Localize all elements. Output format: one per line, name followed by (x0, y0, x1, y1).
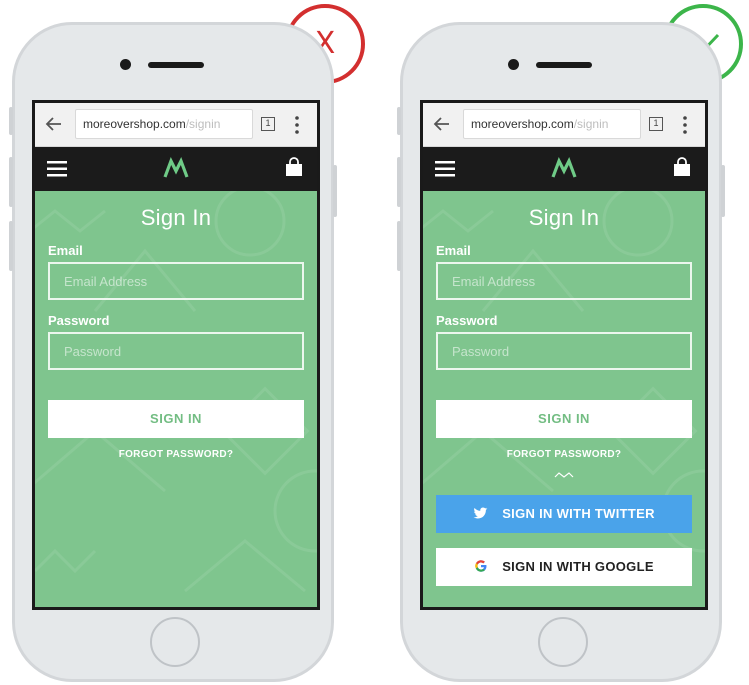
more-options-icon[interactable] (294, 115, 300, 135)
google-button-label: SIGN IN WITH GOOGLE (502, 559, 654, 574)
site-header (423, 147, 705, 191)
mute-switch (397, 107, 401, 135)
back-arrow-icon[interactable] (43, 113, 65, 135)
phone-mockup-with-social: moreovershop.com/signin 1 Sign In Email … (397, 22, 725, 682)
moreover-logo[interactable] (163, 157, 189, 179)
home-button (538, 617, 588, 667)
earpiece-speaker (148, 62, 204, 68)
more-options-icon[interactable] (682, 115, 688, 135)
password-input[interactable] (436, 332, 692, 370)
power-button (721, 165, 725, 217)
address-bar[interactable]: moreovershop.com/signin (75, 109, 253, 139)
email-input[interactable] (48, 262, 304, 300)
shopping-bag-icon[interactable] (285, 157, 303, 177)
sign-in-with-twitter-button[interactable]: SIGN IN WITH TWITTER (436, 495, 692, 533)
password-input[interactable] (48, 332, 304, 370)
phone-mockup-without-social: moreovershop.com/signin 1 Sign In Email … (9, 22, 337, 682)
wave-divider-icon (554, 472, 574, 478)
google-icon (475, 560, 487, 572)
volume-down-button (397, 221, 401, 271)
sign-in-with-google-button[interactable]: SIGN IN WITH GOOGLE (436, 548, 692, 586)
front-camera (120, 59, 131, 70)
shopping-bag-icon[interactable] (673, 157, 691, 177)
back-arrow-icon[interactable] (431, 113, 453, 135)
hamburger-menu-icon[interactable] (435, 160, 457, 178)
phone-screen: moreovershop.com/signin 1 Sign In Email … (420, 100, 708, 610)
volume-up-button (9, 157, 13, 207)
home-button (150, 617, 200, 667)
twitter-icon (473, 507, 488, 519)
volume-down-button (9, 221, 13, 271)
sign-in-button[interactable]: SIGN IN (48, 400, 304, 438)
twitter-button-label: SIGN IN WITH TWITTER (502, 506, 655, 521)
browser-toolbar: moreovershop.com/signin 1 (423, 103, 705, 147)
mute-switch (9, 107, 13, 135)
sign-in-form: Sign In Email Password SIGN IN FORGOT PA… (35, 191, 317, 607)
url-host: moreovershop.com (471, 117, 574, 131)
address-bar[interactable]: moreovershop.com/signin (463, 109, 641, 139)
page-title: Sign In (528, 205, 600, 230)
url-host: moreovershop.com (83, 117, 186, 131)
tab-switcher-icon[interactable]: 1 (261, 117, 275, 131)
email-label: Email (436, 243, 471, 258)
password-label: Password (436, 313, 498, 328)
forgot-password-link[interactable]: FORGOT PASSWORD? (35, 449, 317, 460)
page-title: Sign In (140, 205, 212, 230)
url-path: /signin (573, 117, 609, 131)
power-button (333, 165, 337, 217)
site-header (35, 147, 317, 191)
browser-toolbar: moreovershop.com/signin 1 (35, 103, 317, 147)
email-input[interactable] (436, 262, 692, 300)
phone-screen: moreovershop.com/signin 1 Sign In Email … (32, 100, 320, 610)
forgot-password-link[interactable]: FORGOT PASSWORD? (423, 449, 705, 460)
url-path: /signin (185, 117, 221, 131)
moreover-logo[interactable] (551, 157, 577, 179)
sign-in-form: Sign In Email Password SIGN IN FORGOT PA… (423, 191, 705, 607)
earpiece-speaker (536, 62, 592, 68)
front-camera (508, 59, 519, 70)
sign-in-button[interactable]: SIGN IN (436, 400, 692, 438)
volume-up-button (397, 157, 401, 207)
email-label: Email (48, 243, 83, 258)
password-label: Password (48, 313, 110, 328)
hamburger-menu-icon[interactable] (47, 160, 69, 178)
tab-switcher-icon[interactable]: 1 (649, 117, 663, 131)
